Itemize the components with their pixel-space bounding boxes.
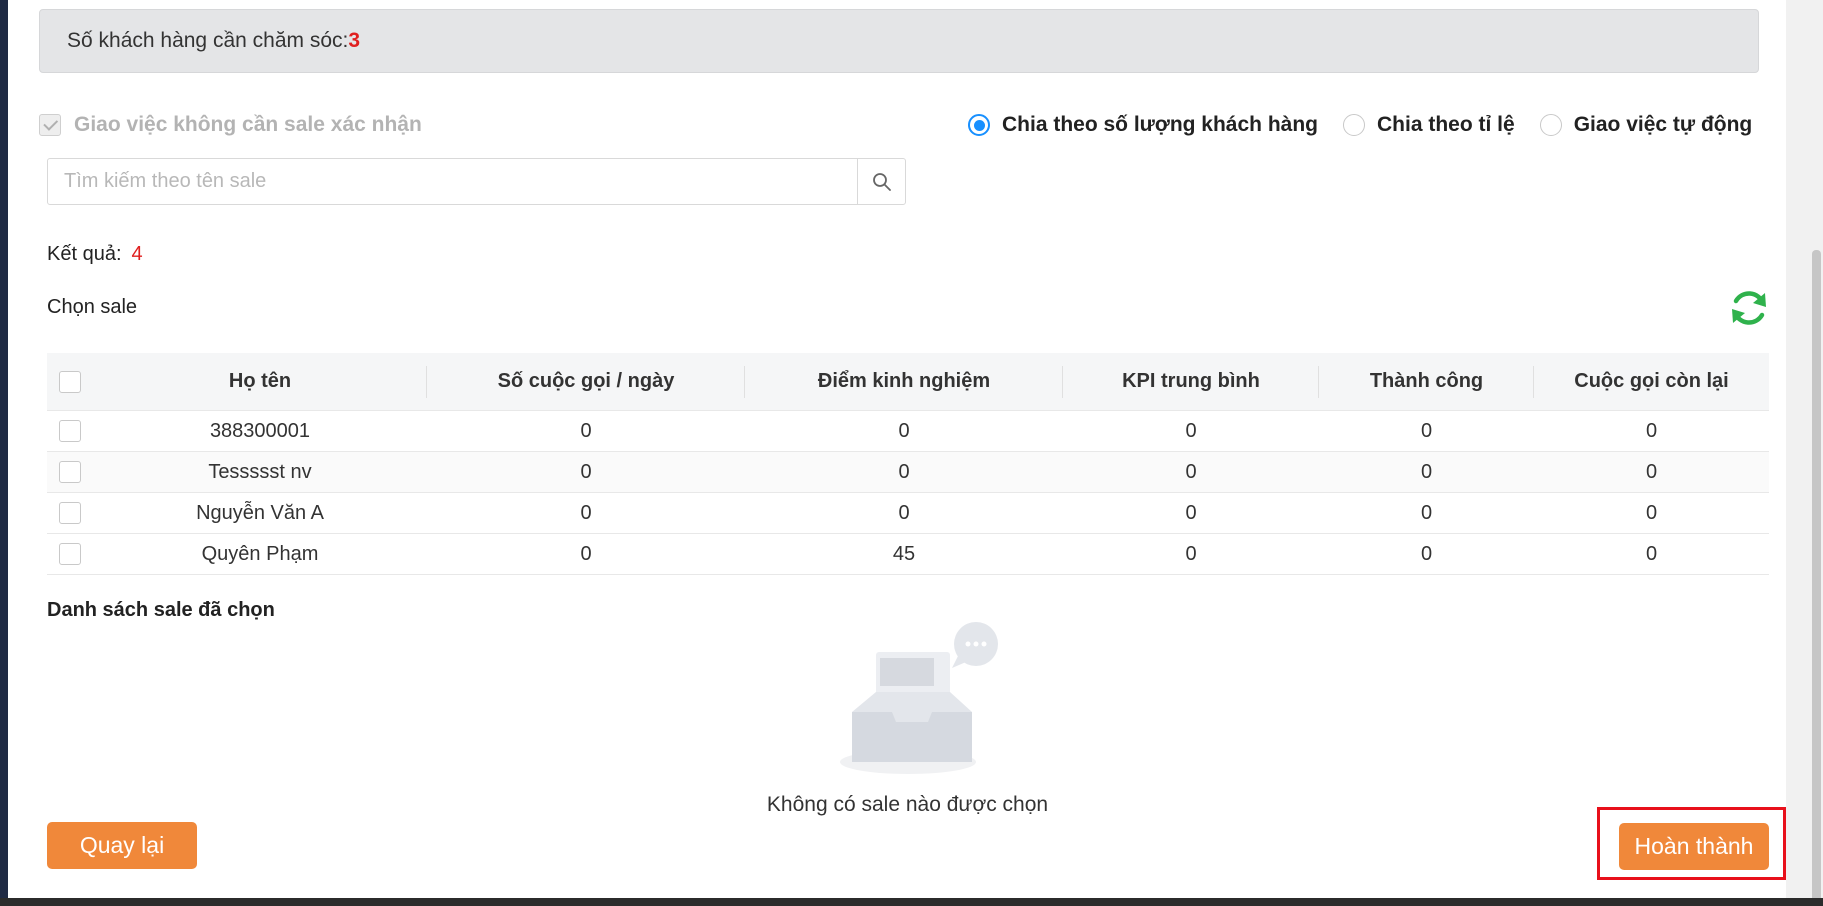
column-header: Họ tên [93,366,427,398]
no-confirm-label: Giao việc không cần sale xác nhận [74,113,422,136]
radio-option-by-ratio[interactable]: Chia theo tỉ lệ [1343,113,1515,137]
row-checkbox[interactable] [59,543,81,565]
table-cell: 0 [1420,419,1433,442]
column-header: Thành công [1319,366,1534,398]
column-header: Cuộc gọi còn lại [1574,370,1729,392]
table-cell: 0 [1420,542,1433,565]
radio-option-auto[interactable]: Giao việc tự động [1539,113,1753,137]
radio-button-checked[interactable] [968,114,990,136]
table-cell: 0 [1420,460,1433,483]
choose-sale-label: Chọn sale [47,296,138,318]
row-select-cell [47,420,93,442]
table-cell: 0 [1645,460,1658,483]
table-cell: 0 [1185,542,1197,565]
column-header: Số cuộc gọi / ngày [427,366,745,398]
table-cell: 0 [1420,501,1433,524]
radio-option-by-quantity[interactable]: Chia theo số lượng khách hàng [968,113,1318,137]
table-cell: 388300001 [209,419,311,442]
window-bottom-edge [0,898,1823,906]
select-all-checkbox[interactable] [59,370,81,393]
table-cell: 0 [898,460,910,483]
table-cell: 0 [898,419,910,442]
table-cell: 0 [1645,419,1658,442]
customer-count-bar: Số khách hàng cần chăm sóc: 3 [39,9,1759,73]
sale-search-input[interactable] [48,159,857,204]
row-checkbox[interactable] [59,502,81,524]
table-row[interactable]: Nguyễn Văn A 0 0 0 0 0 [47,493,1769,534]
table-cell: Tessssst nv [208,460,312,483]
table-cell: 0 [1645,501,1658,524]
row-checkbox[interactable] [59,461,81,483]
table-cell: 0 [580,542,592,565]
table-cell: 0 [1185,460,1197,483]
customer-count-label: Số khách hàng cần chăm sóc: [67,29,349,52]
table-cell: Quyên Phạm [201,542,319,565]
row-checkbox[interactable] [59,420,81,442]
radio-button[interactable] [1539,114,1562,136]
refresh-icon[interactable] [1727,286,1771,330]
table-row[interactable]: 388300001 0 0 0 0 0 [47,411,1769,452]
radio-button[interactable] [1343,114,1365,136]
radio-label: Giao việc tự động [1573,113,1753,136]
table-cell: 0 [580,460,592,483]
column-header: Điểm kinh nghiệm [745,366,1063,398]
result-value: 4 [131,243,143,265]
select-all-cell [47,370,93,393]
table-cell: Nguyễn Văn A [196,501,324,524]
empty-inbox-icon [840,622,998,774]
table-cell: 45 [892,542,916,565]
distribution-radio-group: Chia theo số lượng khách hàng Chia theo … [968,113,1777,137]
result-count: Kết quả: 4 [47,243,143,266]
table-cell: 0 [1185,419,1197,442]
scrollbar-thumb[interactable] [1812,250,1821,906]
search-icon [872,172,891,191]
table-cell: 0 [1185,501,1197,524]
no-confirm-checkbox[interactable] [39,114,61,136]
empty-selection-text: Không có sale nào được chọn [766,793,1049,816]
result-label: Kết quả: [47,243,122,265]
sale-table: Họ tên Số cuộc gọi / ngày Điểm kinh nghi… [47,353,1769,575]
no-confirm-option: Giao việc không cần sale xác nhận [39,113,422,137]
row-select-cell [47,502,93,524]
table-header: Họ tên Số cuộc gọi / ngày Điểm kinh nghi… [47,353,1769,411]
highlight-box [1597,807,1786,880]
table-row[interactable]: Tessssst nv 0 0 0 0 0 [47,452,1769,493]
table-cell: 0 [580,501,592,524]
table-cell: 0 [898,501,910,524]
row-select-cell [47,543,93,565]
radio-label: Chia theo tỉ lệ [1377,113,1515,136]
column-header: KPI trung bình [1063,366,1319,398]
search-button[interactable] [857,159,905,204]
table-cell: 0 [580,419,592,442]
sale-search-box [47,158,906,205]
checkmark-icon [43,115,59,131]
selected-sales-title: Danh sách sale đã chọn [47,599,275,621]
back-button[interactable]: Quay lại [47,822,197,869]
radio-label: Chia theo số lượng khách hàng [1002,113,1318,136]
row-select-cell [47,461,93,483]
customer-count-value: 3 [348,29,361,52]
table-cell: 0 [1645,542,1658,565]
table-row[interactable]: Quyên Phạm 0 45 0 0 0 [47,534,1769,575]
